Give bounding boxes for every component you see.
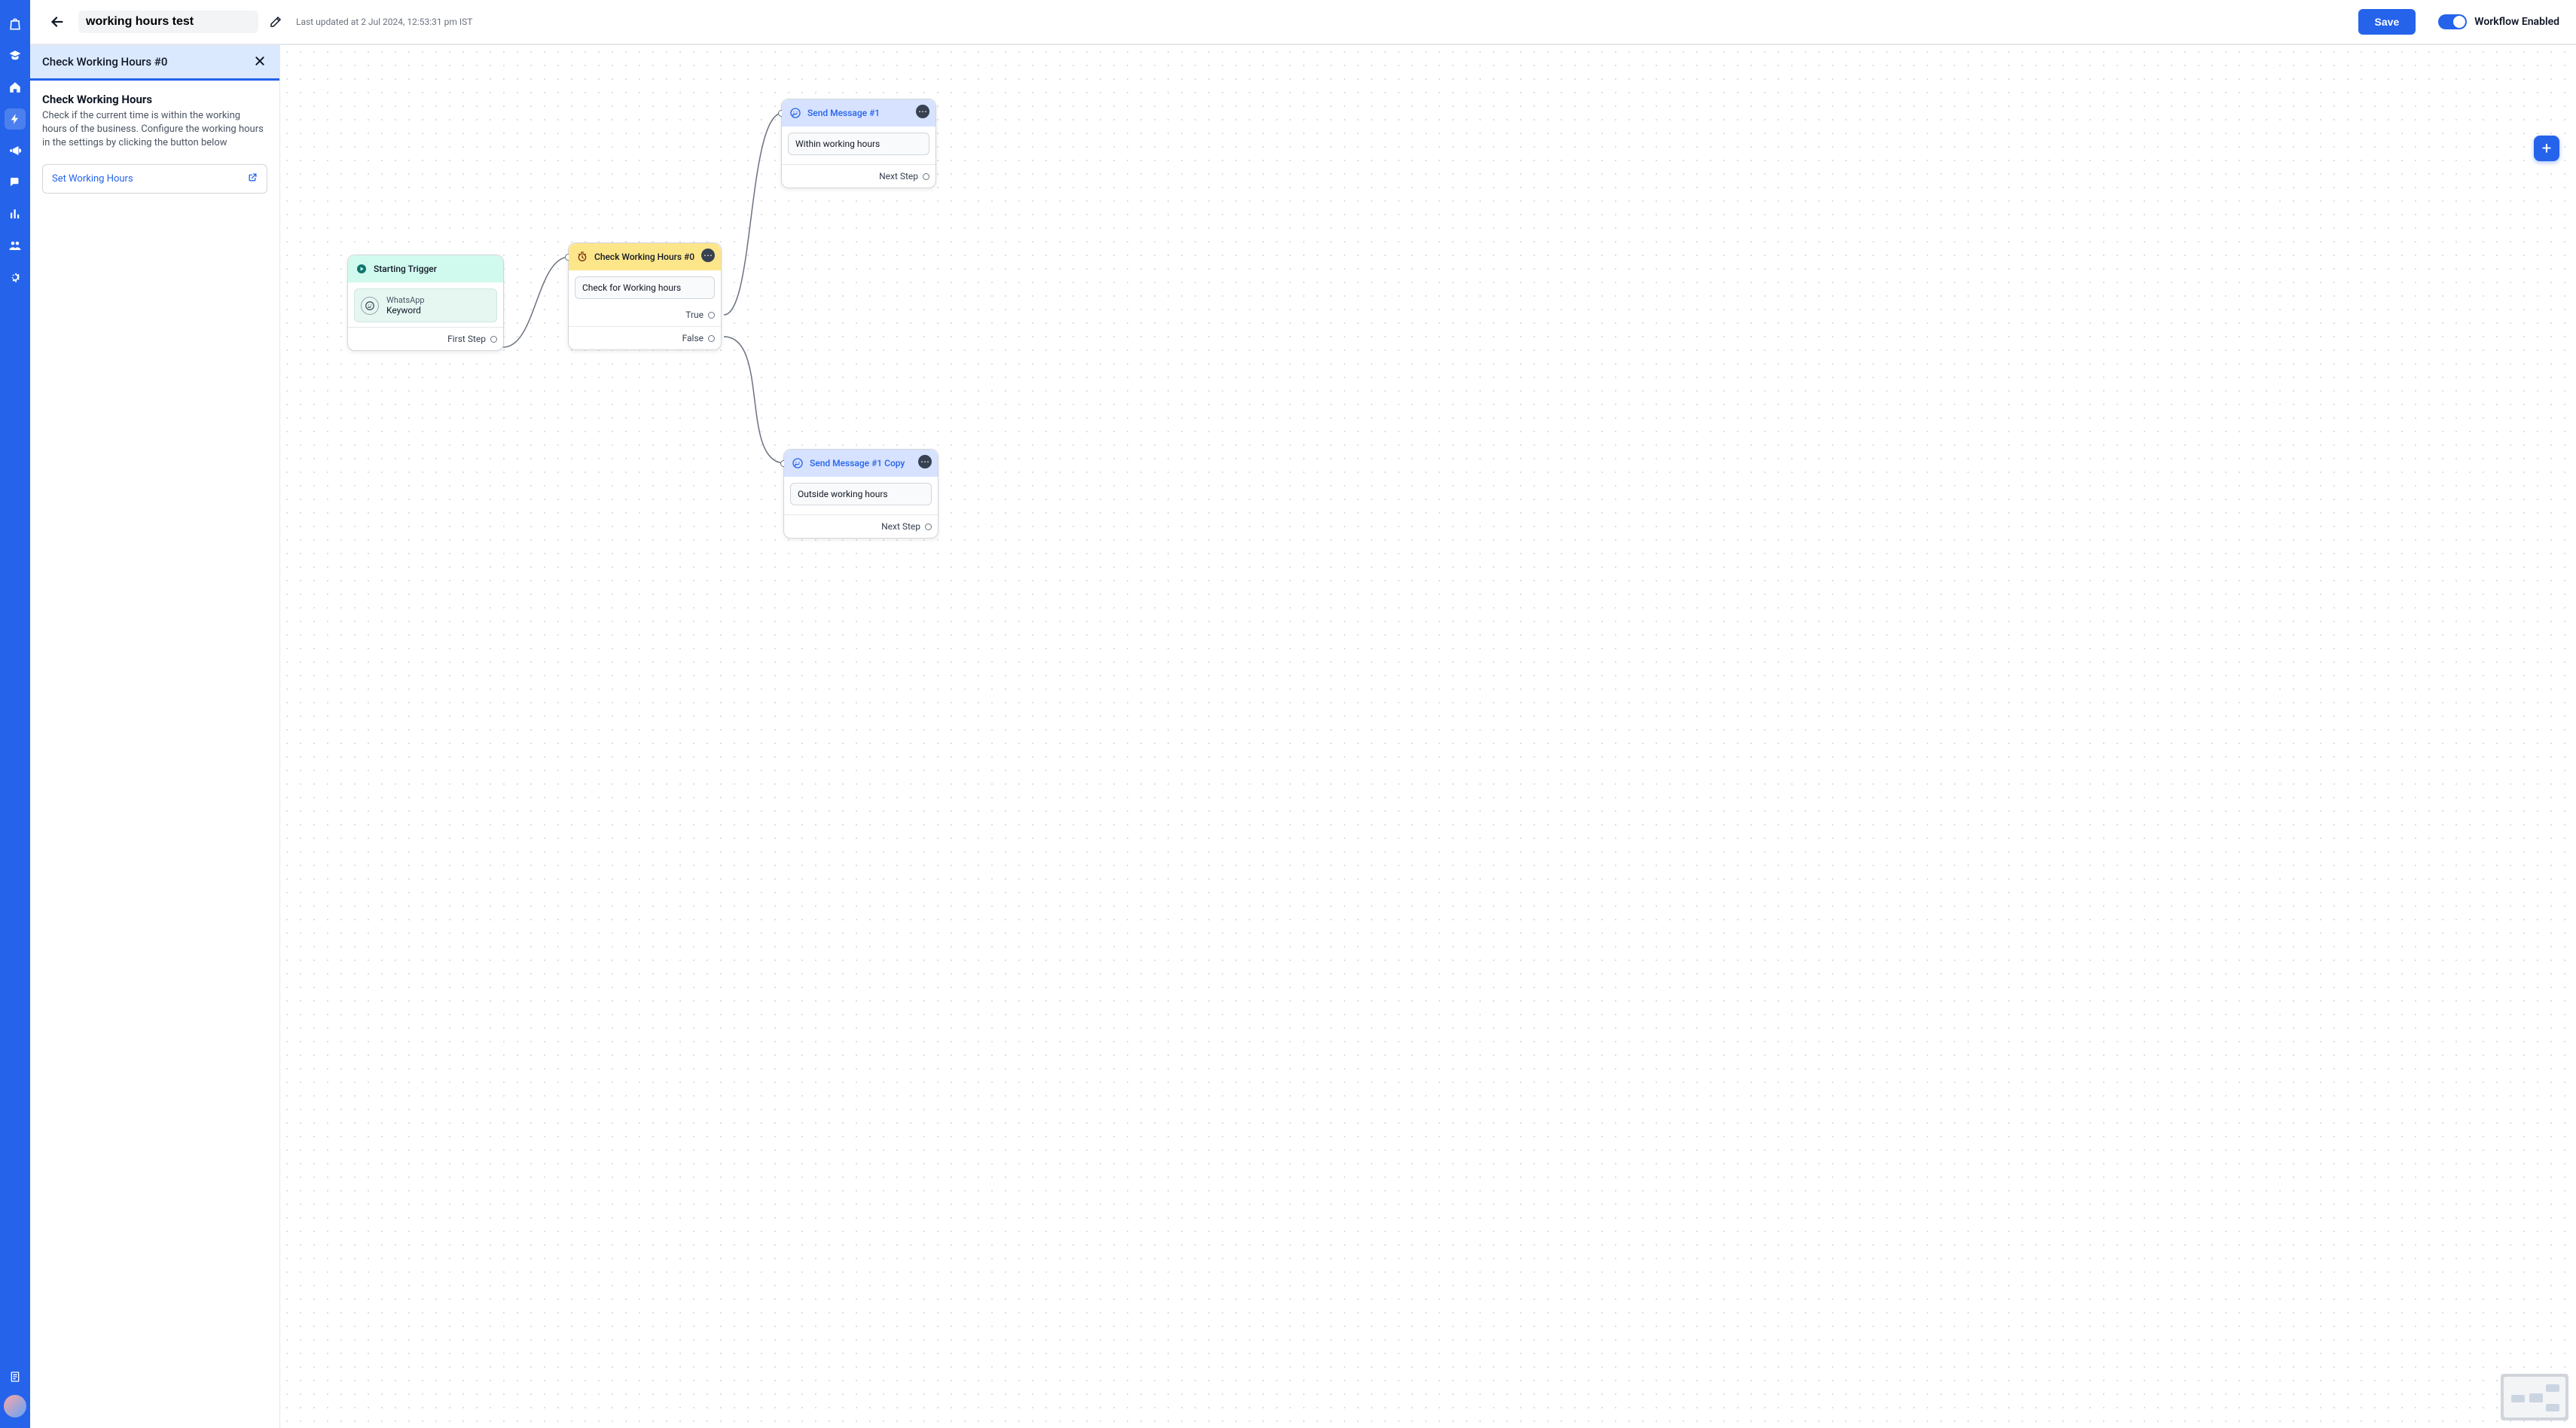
enable-toggle-label: Workflow Enabled	[2474, 16, 2559, 28]
nav-bolt-icon[interactable]	[5, 108, 26, 130]
back-button[interactable]	[47, 11, 68, 32]
clock-icon	[576, 251, 588, 263]
play-icon	[356, 263, 368, 275]
nav-chat-icon[interactable]	[5, 172, 26, 193]
node-send-message-1-copy[interactable]: Send Message #1 Copy ⋯ Outside working h…	[783, 449, 939, 539]
set-working-hours-label: Set Working Hours	[52, 173, 133, 185]
nav-bag-icon[interactable]	[5, 14, 26, 35]
nav-users-icon[interactable]	[5, 235, 26, 256]
enable-toggle[interactable]	[2438, 14, 2467, 29]
node-body-text: Outside working hours	[790, 483, 932, 505]
node-starting-trigger[interactable]: Starting Trigger WhatsApp Keyword Fir	[347, 255, 504, 351]
node-title: Starting Trigger	[374, 264, 437, 274]
nav-megaphone-icon[interactable]	[5, 140, 26, 161]
node-menu-icon[interactable]: ⋯	[916, 105, 929, 118]
nav-home-icon[interactable]	[5, 77, 26, 98]
left-nav	[0, 0, 30, 1428]
add-node-button[interactable]: +	[2534, 136, 2559, 161]
port-label: Next Step	[879, 171, 918, 182]
port-label: Next Step	[881, 521, 920, 532]
workflow-canvas[interactable]: Starting Trigger WhatsApp Keyword Fir	[280, 45, 2576, 1428]
minimap[interactable]	[2501, 1374, 2568, 1420]
set-working-hours-link[interactable]: Set Working Hours	[42, 164, 267, 194]
trigger-type: Keyword	[386, 305, 425, 316]
trigger-channel: WhatsApp	[386, 295, 425, 305]
node-check-working-hours[interactable]: Check Working Hours #0 ⋯ Check for Worki…	[568, 243, 722, 350]
trigger-box[interactable]: WhatsApp Keyword	[354, 288, 497, 322]
panel-subtitle: Check Working Hours	[42, 93, 267, 106]
side-panel: Check Working Hours #0 Check Working Hou…	[30, 45, 280, 1428]
external-link-icon	[248, 172, 258, 185]
node-menu-icon[interactable]: ⋯	[701, 249, 715, 262]
output-port[interactable]	[923, 173, 929, 180]
output-port[interactable]	[490, 336, 497, 343]
port-false-label: False	[682, 333, 704, 343]
node-title: Send Message #1 Copy	[810, 458, 905, 468]
output-port-true[interactable]	[708, 312, 715, 319]
close-icon[interactable]	[254, 55, 267, 69]
save-button[interactable]: Save	[2358, 9, 2416, 35]
nav-analytics-icon[interactable]	[5, 203, 26, 224]
edit-icon[interactable]	[269, 15, 282, 29]
port-true-label: True	[685, 310, 704, 320]
output-port-false[interactable]	[708, 335, 715, 342]
node-menu-icon[interactable]: ⋯	[918, 455, 932, 468]
port-label: First Step	[447, 334, 486, 344]
nav-gear-icon[interactable]	[5, 267, 26, 288]
node-body-text: Within working hours	[788, 133, 929, 155]
nav-grad-cap-icon[interactable]	[5, 45, 26, 66]
panel-title: Check Working Hours #0	[42, 55, 167, 69]
node-send-message-1[interactable]: Send Message #1 ⋯ Within working hours N…	[781, 99, 936, 188]
node-title: Send Message #1	[807, 108, 880, 118]
whatsapp-icon	[361, 297, 379, 315]
whatsapp-icon	[789, 107, 801, 119]
whatsapp-icon	[792, 457, 804, 469]
panel-description: Check if the current time is within the …	[42, 109, 267, 151]
workflow-title-input[interactable]	[78, 11, 258, 33]
node-title: Check Working Hours #0	[594, 252, 694, 262]
last-updated-text: Last updated at 2 Jul 2024, 12:53:31 pm …	[296, 17, 472, 27]
nav-doc-icon[interactable]	[5, 1366, 26, 1387]
node-body-text: Check for Working hours	[575, 276, 715, 299]
avatar[interactable]	[4, 1395, 26, 1417]
output-port[interactable]	[925, 523, 932, 530]
topbar: Last updated at 2 Jul 2024, 12:53:31 pm …	[30, 0, 2576, 45]
